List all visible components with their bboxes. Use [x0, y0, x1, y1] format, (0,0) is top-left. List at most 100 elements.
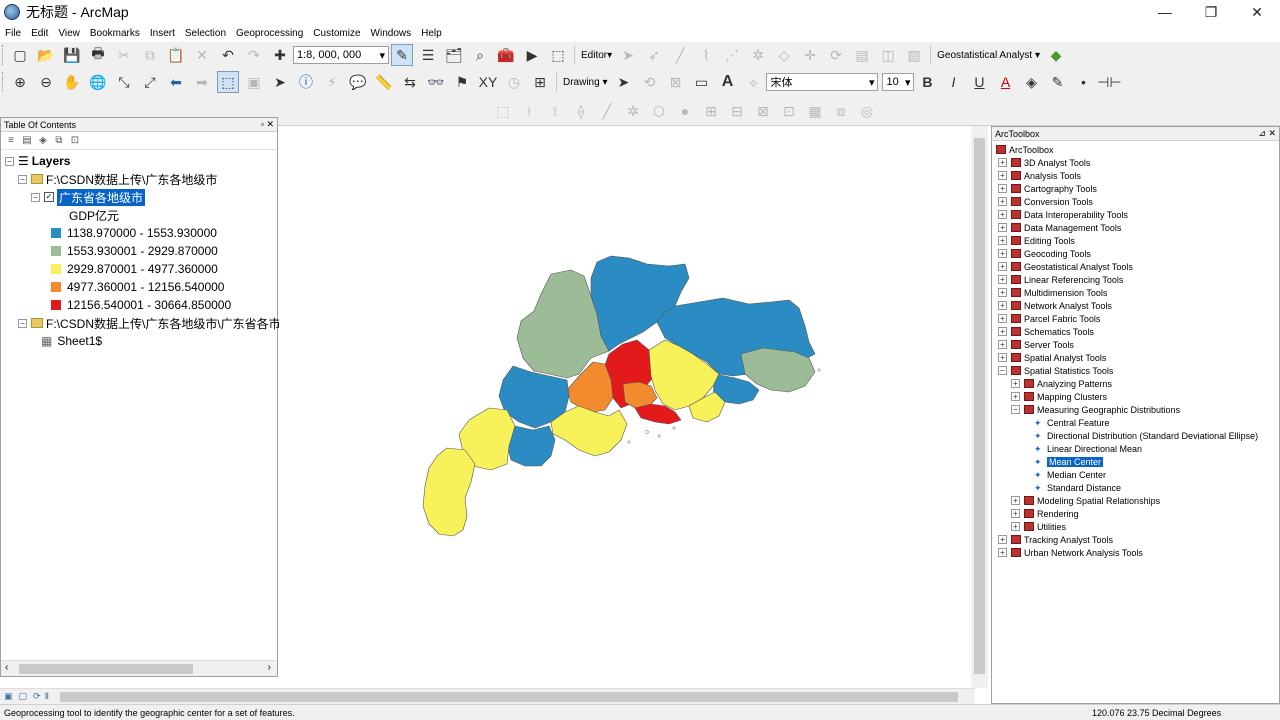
toc-group-path-1[interactable]: F:\CSDN数据上传\广东各地级市 — [46, 171, 217, 188]
expand-icon[interactable]: + — [998, 353, 1007, 362]
collapse-icon[interactable]: − — [998, 366, 1007, 375]
layout-view-icon[interactable]: ▢ — [19, 691, 28, 702]
font-combo[interactable]: 宋体 ▾ — [766, 73, 879, 91]
full-extent-globe-icon[interactable]: 🌐 — [87, 71, 109, 93]
find-route-icon-2[interactable]: ⚑ — [451, 71, 473, 93]
toolbox-item[interactable]: Conversion Tools — [1024, 197, 1093, 207]
hyperlink-icon[interactable]: ⚡ — [321, 71, 343, 93]
bold-button[interactable]: B — [916, 71, 938, 93]
expand-icon[interactable]: + — [998, 223, 1007, 232]
scrollbar-thumb[interactable] — [60, 692, 958, 702]
expand-icon[interactable]: + — [998, 288, 1007, 297]
expand-icon[interactable]: + — [998, 158, 1007, 167]
find-route-icon[interactable]: ⇆ — [399, 71, 421, 93]
search-window-icon[interactable]: ⌕ — [469, 44, 491, 66]
zoom-out-icon[interactable]: ⊖ — [35, 71, 57, 93]
list-by-source-icon[interactable]: ▤ — [20, 134, 34, 148]
toolbox-item[interactable]: Schematics Tools — [1024, 327, 1094, 337]
select-elements-arrow-icon[interactable]: ➤ — [269, 71, 291, 93]
expand-icon[interactable]: + — [998, 197, 1007, 206]
tool-item[interactable]: Central Feature — [1047, 418, 1110, 428]
georef-tool-icon[interactable]: ◎ — [856, 100, 878, 122]
legend-class-3[interactable]: 2929.870001 - 4977.360000 — [51, 260, 218, 278]
editor-toolbar-icon[interactable]: ✎ — [391, 44, 413, 66]
expand-icon[interactable]: + — [998, 340, 1007, 349]
georef-tool-icon[interactable]: ▦ — [804, 100, 826, 122]
toolset-item[interactable]: Rendering — [1037, 509, 1079, 519]
text-tool-icon[interactable]: A — [716, 71, 738, 93]
table-of-contents-icon[interactable]: ☰ — [417, 44, 439, 66]
toolbox-item[interactable]: Spatial Analyst Tools — [1024, 353, 1106, 363]
maximize-button[interactable]: ❐ — [1188, 0, 1234, 24]
sketch-properties-icon[interactable]: ◫ — [877, 44, 899, 66]
toolset-item[interactable]: Measuring Geographic Distributions — [1037, 405, 1180, 415]
geostatistical-wizard-icon[interactable]: ◆ — [1045, 44, 1067, 66]
map-horizontal-scrollbar[interactable] — [0, 688, 975, 704]
toolset-item[interactable]: Analyzing Patterns — [1037, 379, 1112, 389]
marker-color-icon[interactable]: • — [1072, 71, 1094, 93]
scrollbar-thumb[interactable] — [19, 664, 193, 674]
expand-icon[interactable]: + — [998, 301, 1007, 310]
attributes-icon[interactable]: ▤ — [851, 44, 873, 66]
expand-icon[interactable]: + — [998, 327, 1007, 336]
toolbox-item[interactable]: Cartography Tools — [1024, 184, 1097, 194]
expand-icon[interactable]: + — [998, 275, 1007, 284]
arctoolbox-icon[interactable]: 🧰 — [495, 44, 517, 66]
toolbox-item[interactable]: Parcel Fabric Tools — [1024, 314, 1100, 324]
toolbox-item[interactable]: Analysis Tools — [1024, 171, 1081, 181]
time-slider-icon[interactable]: ◷ — [503, 71, 525, 93]
toolbox-item[interactable]: Data Interoperability Tools — [1024, 210, 1128, 220]
menu-help[interactable]: Help — [416, 28, 447, 39]
expand-icon[interactable]: + — [1011, 392, 1020, 401]
georef-tool-icon[interactable]: ⧈ — [830, 100, 852, 122]
edit-annotation-icon[interactable]: ➶ — [643, 44, 665, 66]
toc-horizontal-scrollbar[interactable]: ‹ › — [1, 660, 277, 676]
legend-class-5[interactable]: 12156.540001 - 30664.850000 — [51, 296, 231, 314]
edit-vertices-icon[interactable]: ⟡ — [742, 71, 764, 93]
fixed-zoom-out-icon[interactable]: ⤢ — [139, 71, 161, 93]
expand-icon[interactable]: + — [1011, 379, 1020, 388]
minimize-button[interactable]: — — [1142, 0, 1188, 24]
go-to-xy-icon[interactable]: XY — [477, 71, 499, 93]
georef-tool-icon[interactable]: ╱ — [596, 100, 618, 122]
expand-icon[interactable]: + — [1011, 509, 1020, 518]
georef-tool-icon[interactable]: ⊡ — [778, 100, 800, 122]
reshape-icon[interactable]: ◇ — [773, 44, 795, 66]
font-color-icon[interactable]: A — [994, 71, 1016, 93]
line-color-icon[interactable]: ✎ — [1046, 71, 1068, 93]
toolbar-grip[interactable] — [2, 45, 5, 65]
toolbox-item[interactable]: Linear Referencing Tools — [1024, 275, 1123, 285]
fill-color-icon[interactable]: ◈ — [1020, 71, 1042, 93]
print-icon[interactable]: 🖶 — [87, 44, 109, 66]
select-features-icon[interactable]: ⬚ — [217, 71, 239, 93]
legend-class-4[interactable]: 4977.360001 - 12156.540000 — [51, 278, 224, 296]
collapse-icon[interactable]: − — [18, 318, 27, 328]
delete-icon[interactable]: ✕ — [191, 44, 213, 66]
toolbox-item[interactable]: Spatial Statistics Tools — [1024, 366, 1113, 376]
georef-tool-icon[interactable]: ⟟ — [544, 100, 566, 122]
legend-class-1[interactable]: 1138.970000 - 1553.930000 — [51, 224, 217, 242]
editor-menu[interactable]: Editor▾ — [578, 50, 615, 61]
italic-button[interactable]: I — [942, 71, 964, 93]
menu-insert[interactable]: Insert — [145, 28, 180, 39]
expand-icon[interactable]: + — [998, 184, 1007, 193]
select-elements-icon[interactable]: ➤ — [612, 71, 634, 93]
toolbox-item[interactable]: Geostatistical Analyst Tools — [1024, 262, 1133, 272]
redo-icon[interactable]: ↷ — [243, 44, 265, 66]
geostatistical-analyst-menu[interactable]: Geostatistical Analyst ▾ — [934, 50, 1043, 61]
measure-icon[interactable]: 📏 — [373, 71, 395, 93]
georef-tool-icon[interactable]: ✲ — [622, 100, 644, 122]
toolbar-grip[interactable] — [2, 72, 5, 92]
zoom-in-icon[interactable]: ⊕ — [9, 71, 31, 93]
legend-class-2[interactable]: 1553.930001 - 2929.870000 — [51, 242, 218, 260]
open-folder-icon[interactable]: 📂 — [35, 44, 57, 66]
menu-edit[interactable]: Edit — [26, 28, 53, 39]
distribute-icon[interactable]: ⊣⊢ — [1097, 71, 1121, 93]
list-by-visibility-icon[interactable]: ◈ — [36, 134, 50, 148]
menu-bookmarks[interactable]: Bookmarks — [85, 28, 145, 39]
sphere-icon[interactable]: ● — [674, 100, 696, 122]
data-view-icon[interactable]: ▣ — [4, 691, 13, 702]
cut-polygon-icon[interactable]: ✲ — [747, 44, 769, 66]
toolbox-item[interactable]: Network Analyst Tools — [1024, 301, 1112, 311]
pin-icon[interactable]: ⊿ — [1258, 128, 1266, 138]
